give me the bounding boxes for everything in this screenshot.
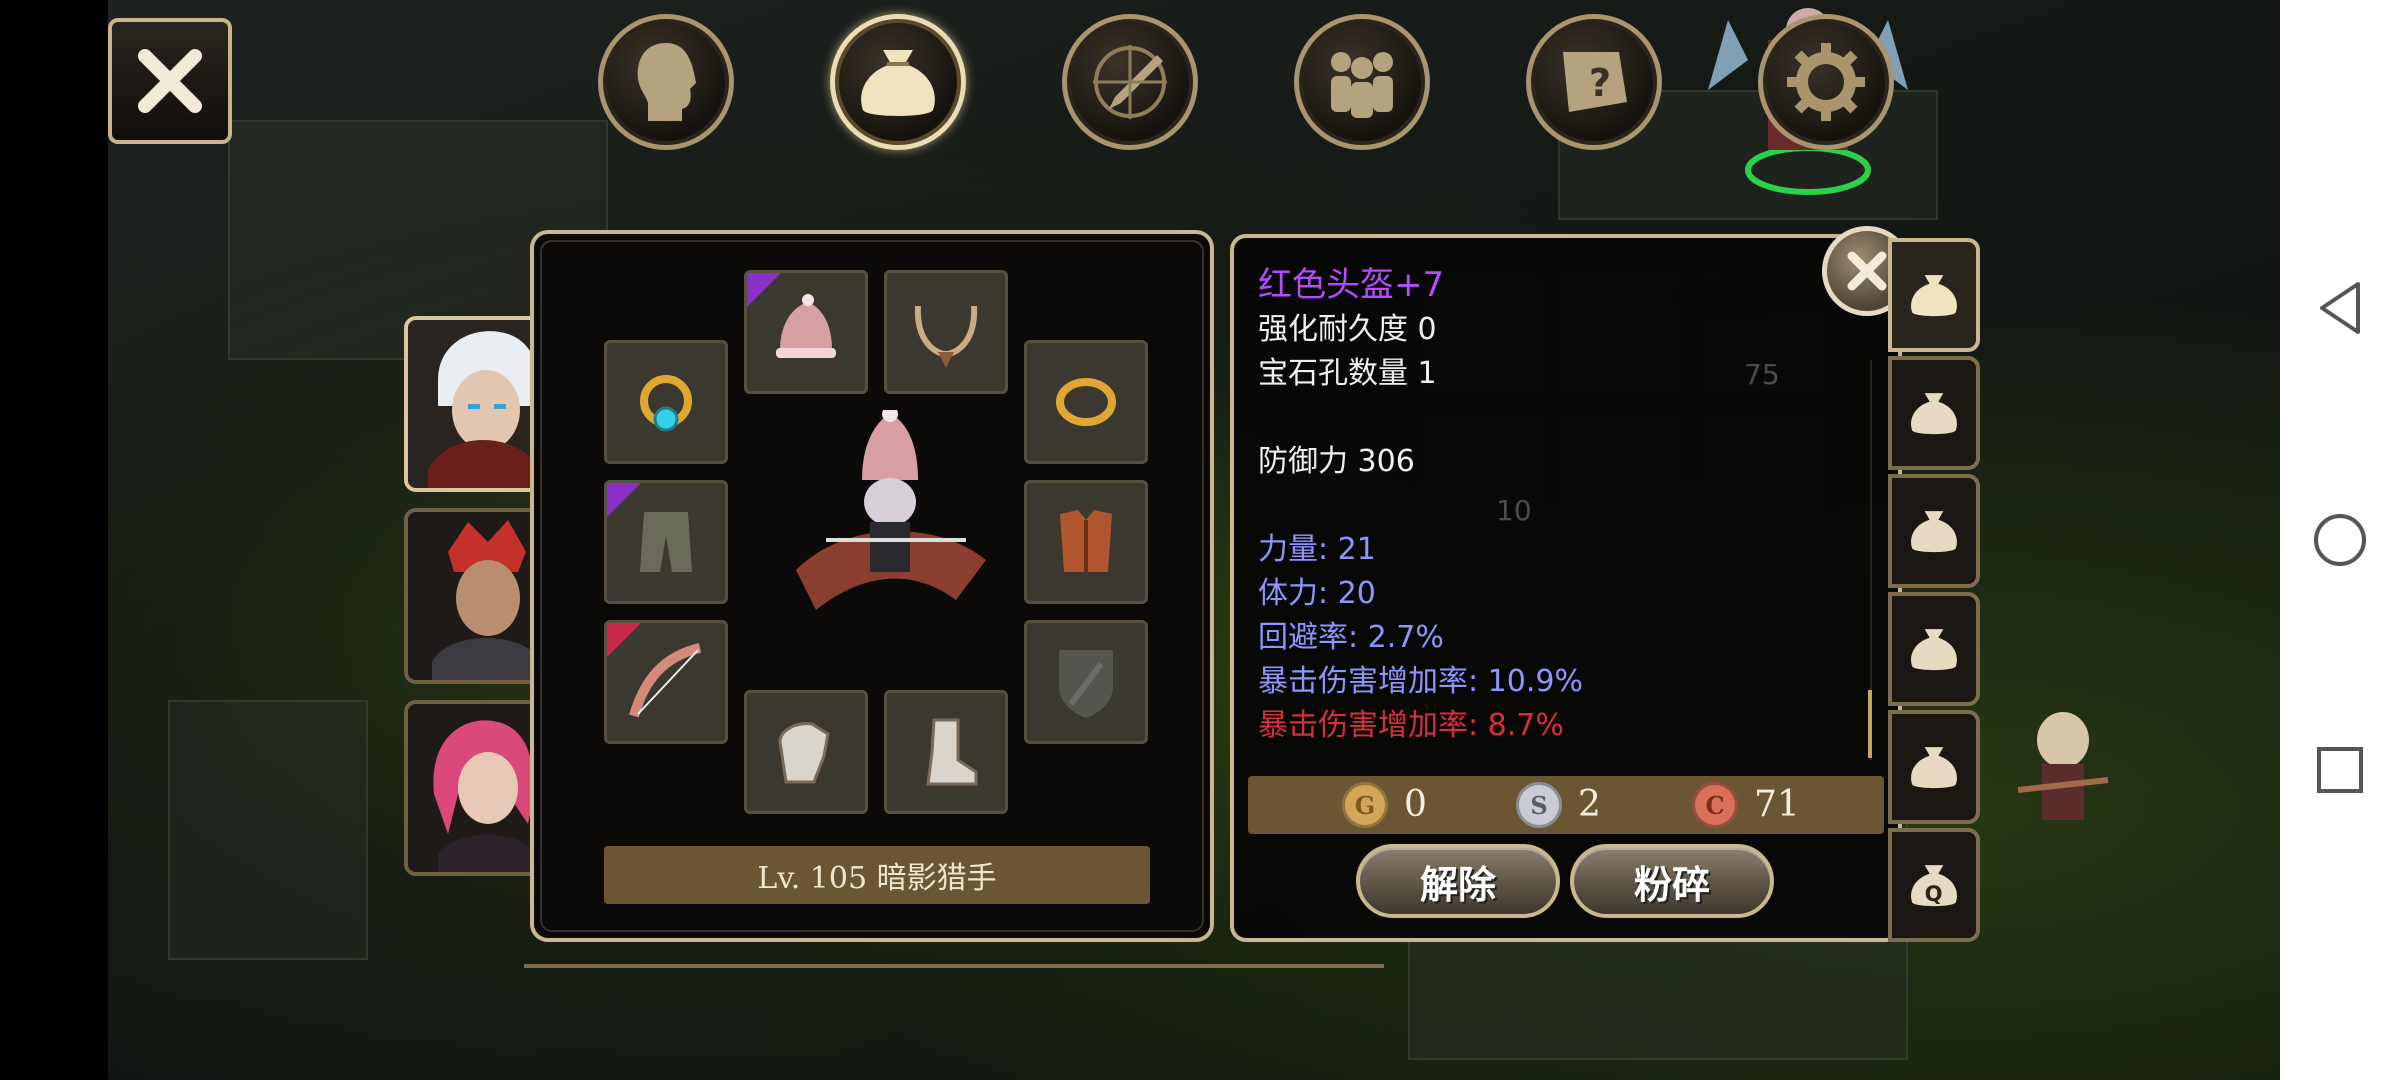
- rarity-marker: [607, 623, 641, 657]
- item-details: 红色头盔+7 强化耐久度 0 宝石孔数量 1 防御力 306 力量: 21 体力…: [1258, 262, 1583, 748]
- sword-compass-icon: [1093, 45, 1167, 119]
- gold-amount: 0: [1404, 784, 1427, 825]
- close-icon: [1847, 251, 1887, 291]
- quest-bag-icon: Q: [1911, 865, 1957, 906]
- item-stat: 暴击伤害增加率: 10.9%: [1258, 664, 1583, 699]
- ring-icon: [1056, 378, 1116, 426]
- back-icon[interactable]: [2312, 280, 2368, 336]
- item-name: 红色头盔+7: [1258, 265, 1445, 305]
- shatter-button[interactable]: 粉碎: [1570, 844, 1774, 918]
- unequip-button[interactable]: 解除: [1356, 844, 1560, 918]
- slot-ring-right[interactable]: [1024, 340, 1148, 464]
- slot-ring-left[interactable]: [604, 340, 728, 464]
- system-navigation-bar: [2280, 0, 2400, 1080]
- slot-boots[interactable]: [884, 690, 1008, 814]
- slot-gloves[interactable]: [744, 690, 868, 814]
- item-durability: 强化耐久度 0: [1258, 312, 1437, 347]
- bag-icon: [1911, 393, 1957, 435]
- home-icon[interactable]: [2312, 512, 2368, 568]
- quest-scroll-icon: ?: [1563, 52, 1627, 112]
- bag-tab-3[interactable]: [1888, 474, 1980, 588]
- item-stat: 体力: 20: [1258, 576, 1376, 611]
- shield-icon: [1059, 650, 1113, 718]
- tab-party[interactable]: [1294, 14, 1430, 150]
- rarity-marker: [607, 483, 641, 517]
- currency-bar: G 0 S 2 C 71: [1248, 776, 1884, 834]
- silver-amount: 2: [1578, 784, 1601, 825]
- copper-amount: 71: [1754, 784, 1800, 825]
- boots-icon: [926, 718, 978, 786]
- item-stat: 力量: 21: [1258, 532, 1376, 567]
- gloves-icon: [778, 722, 830, 784]
- close-menu-button[interactable]: [108, 18, 232, 144]
- divider: [524, 964, 1384, 968]
- bag-icon: [1911, 511, 1957, 553]
- copper-coin-icon: C: [1692, 782, 1738, 828]
- bag-icon: [861, 50, 935, 116]
- slot-shield[interactable]: [1024, 620, 1148, 744]
- bag-tab-1[interactable]: [1888, 238, 1980, 352]
- silver-coin-icon: S: [1516, 782, 1562, 828]
- settings-gear-icon: [1787, 43, 1865, 121]
- bag-icon: [1911, 275, 1957, 317]
- svg-text:?: ?: [1589, 61, 1611, 105]
- slot-armor[interactable]: [1024, 480, 1148, 604]
- item-defense: 防御力 306: [1258, 444, 1415, 479]
- recents-icon[interactable]: [2312, 742, 2368, 798]
- character-preview: [786, 406, 996, 630]
- gold-coin-icon: G: [1342, 782, 1388, 828]
- svg-text:Q: Q: [1925, 881, 1943, 906]
- tab-combat[interactable]: [1062, 14, 1198, 150]
- slot-helmet[interactable]: [744, 270, 868, 394]
- item-gem-slots: 宝石孔数量 1: [1258, 356, 1437, 391]
- bag-tab-4[interactable]: [1888, 592, 1980, 706]
- item-stat-bonus: 暴击伤害增加率: 8.7%: [1258, 708, 1564, 743]
- scrollbar-thumb[interactable]: [1868, 690, 1872, 758]
- head-icon: [637, 43, 696, 121]
- rarity-marker: [747, 273, 781, 307]
- slot-necklace[interactable]: [884, 270, 1008, 394]
- bag-tab-quest[interactable]: Q: [1888, 828, 1980, 942]
- tab-settings[interactable]: [1758, 14, 1894, 150]
- tab-inventory[interactable]: [830, 14, 966, 150]
- bag-icon: [1911, 747, 1957, 789]
- background-floor: [168, 700, 368, 960]
- bag-icon: [1911, 629, 1957, 671]
- item-info-panel: 红色头盔+7 强化耐久度 0 宝石孔数量 1 防御力 306 力量: 21 体力…: [1230, 234, 1902, 942]
- ghost-stack-count: 75: [1744, 358, 1780, 391]
- party-icon: [1331, 52, 1393, 118]
- item-stat: 回避率: 2.7%: [1258, 620, 1444, 655]
- armor-icon: [1060, 510, 1112, 572]
- ghost-stack-count: 10: [1496, 494, 1532, 527]
- character-level-class: Lv. 105 暗影猎手: [604, 846, 1150, 904]
- ring-icon: [640, 375, 692, 432]
- bag-tab-5[interactable]: [1888, 710, 1980, 824]
- close-icon: [138, 49, 202, 113]
- slot-pants[interactable]: [604, 480, 728, 604]
- npc-sprite[interactable]: [2008, 700, 2118, 850]
- tab-character[interactable]: [598, 14, 734, 150]
- tab-quest[interactable]: ?: [1526, 14, 1662, 150]
- slot-weapon[interactable]: [604, 620, 728, 744]
- necklace-icon: [914, 305, 978, 368]
- bag-tab-2[interactable]: [1888, 356, 1980, 470]
